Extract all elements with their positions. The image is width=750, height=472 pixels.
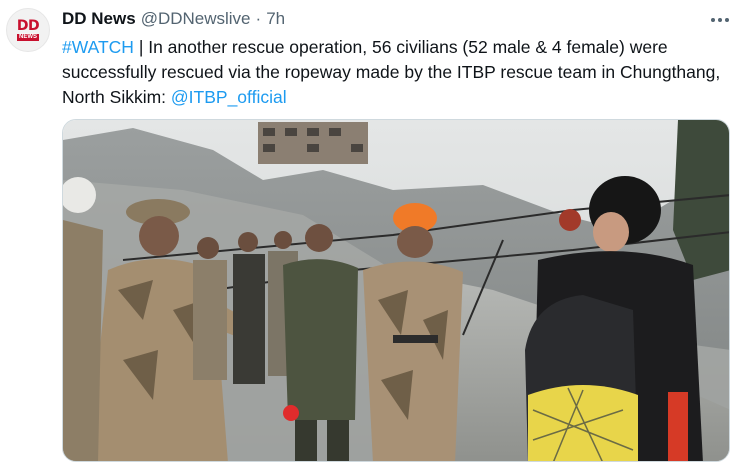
- red-object: [283, 405, 299, 421]
- author-handle[interactable]: @DDNewslive: [141, 9, 251, 29]
- rescue-scene-photo: [63, 120, 729, 461]
- hashtag-link[interactable]: #WATCH: [62, 37, 134, 57]
- mention-link[interactable]: @ITBP_official: [171, 87, 287, 107]
- timestamp[interactable]: 7h: [266, 9, 285, 29]
- more-dot: [718, 18, 722, 22]
- more-dot: [711, 18, 715, 22]
- avatar-logo-text: DD: [16, 17, 40, 34]
- pulley: [559, 209, 581, 231]
- tweet-body: | In another rescue operation, 56 civili…: [62, 37, 721, 107]
- more-dot: [725, 18, 729, 22]
- more-options-icon[interactable]: [708, 10, 732, 30]
- avatar[interactable]: DD NEWS: [6, 8, 50, 52]
- tweet-media[interactable]: [62, 119, 730, 462]
- building: [258, 122, 368, 164]
- separator-dot: ·: [255, 9, 262, 28]
- tweet-text: #WATCH | In another rescue operation, 56…: [62, 35, 734, 110]
- author-name[interactable]: DD News: [62, 9, 136, 29]
- avatar-logo-subtext: NEWS: [17, 33, 39, 41]
- tweet-header: DD News @DDNewslive · 7h: [62, 9, 285, 31]
